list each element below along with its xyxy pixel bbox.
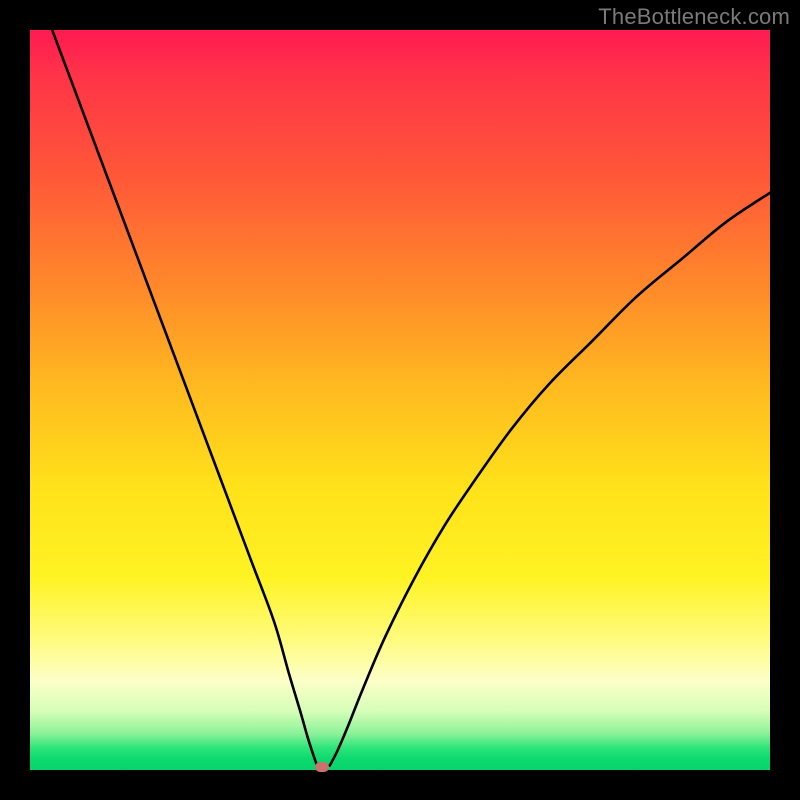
bottleneck-curve [30, 30, 770, 770]
curve-right-branch [330, 193, 770, 766]
chart-frame: TheBottleneck.com [0, 0, 800, 800]
watermark-text: TheBottleneck.com [598, 4, 790, 30]
plot-area [30, 30, 770, 770]
curve-left-branch [52, 30, 317, 766]
minimum-marker [315, 762, 329, 772]
